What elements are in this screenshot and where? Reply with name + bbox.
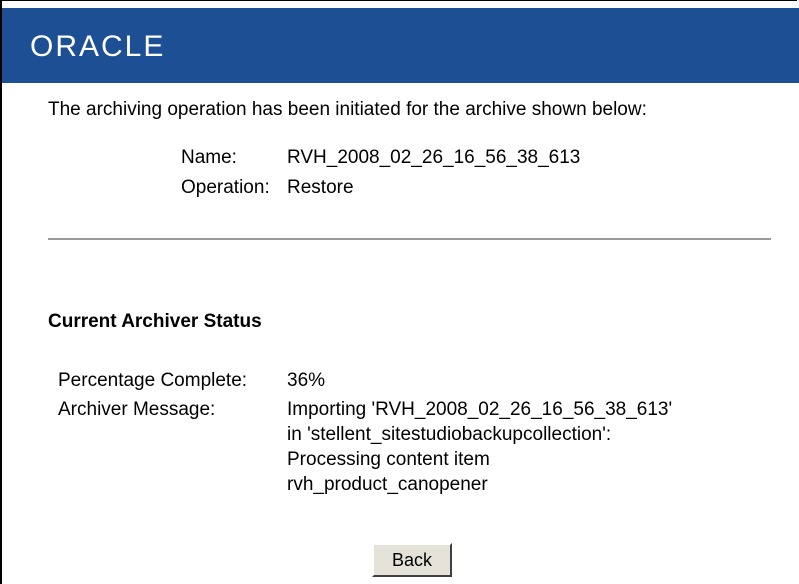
name-label: Name:: [181, 147, 237, 168]
divider: [48, 238, 771, 240]
percentage-value: 36%: [287, 370, 326, 391]
archiver-message-line: rvh_product_canopener: [287, 474, 488, 495]
archiver-message-line: Processing content item: [287, 449, 490, 470]
operation-value: Restore: [287, 177, 354, 198]
archiver-message-line: Importing 'RVH_2008_02_26_16_56_38_613': [287, 399, 673, 420]
archiver-message-label: Archiver Message:: [58, 399, 216, 420]
back-button[interactable]: Back: [372, 543, 452, 577]
percentage-label: Percentage Complete:: [58, 370, 248, 391]
oracle-header-bar: ORACLE: [2, 8, 799, 83]
intro-text: The archiving operation has been initiat…: [48, 99, 647, 120]
archiver-message-line: in 'stellent_sitestudiobackupcollection'…: [287, 424, 612, 445]
name-value: RVH_2008_02_26_16_56_38_613: [287, 147, 581, 168]
oracle-logo: ORACLE: [30, 30, 166, 63]
archiver-status-title: Current Archiver Status: [48, 311, 262, 332]
operation-label: Operation:: [181, 177, 270, 198]
